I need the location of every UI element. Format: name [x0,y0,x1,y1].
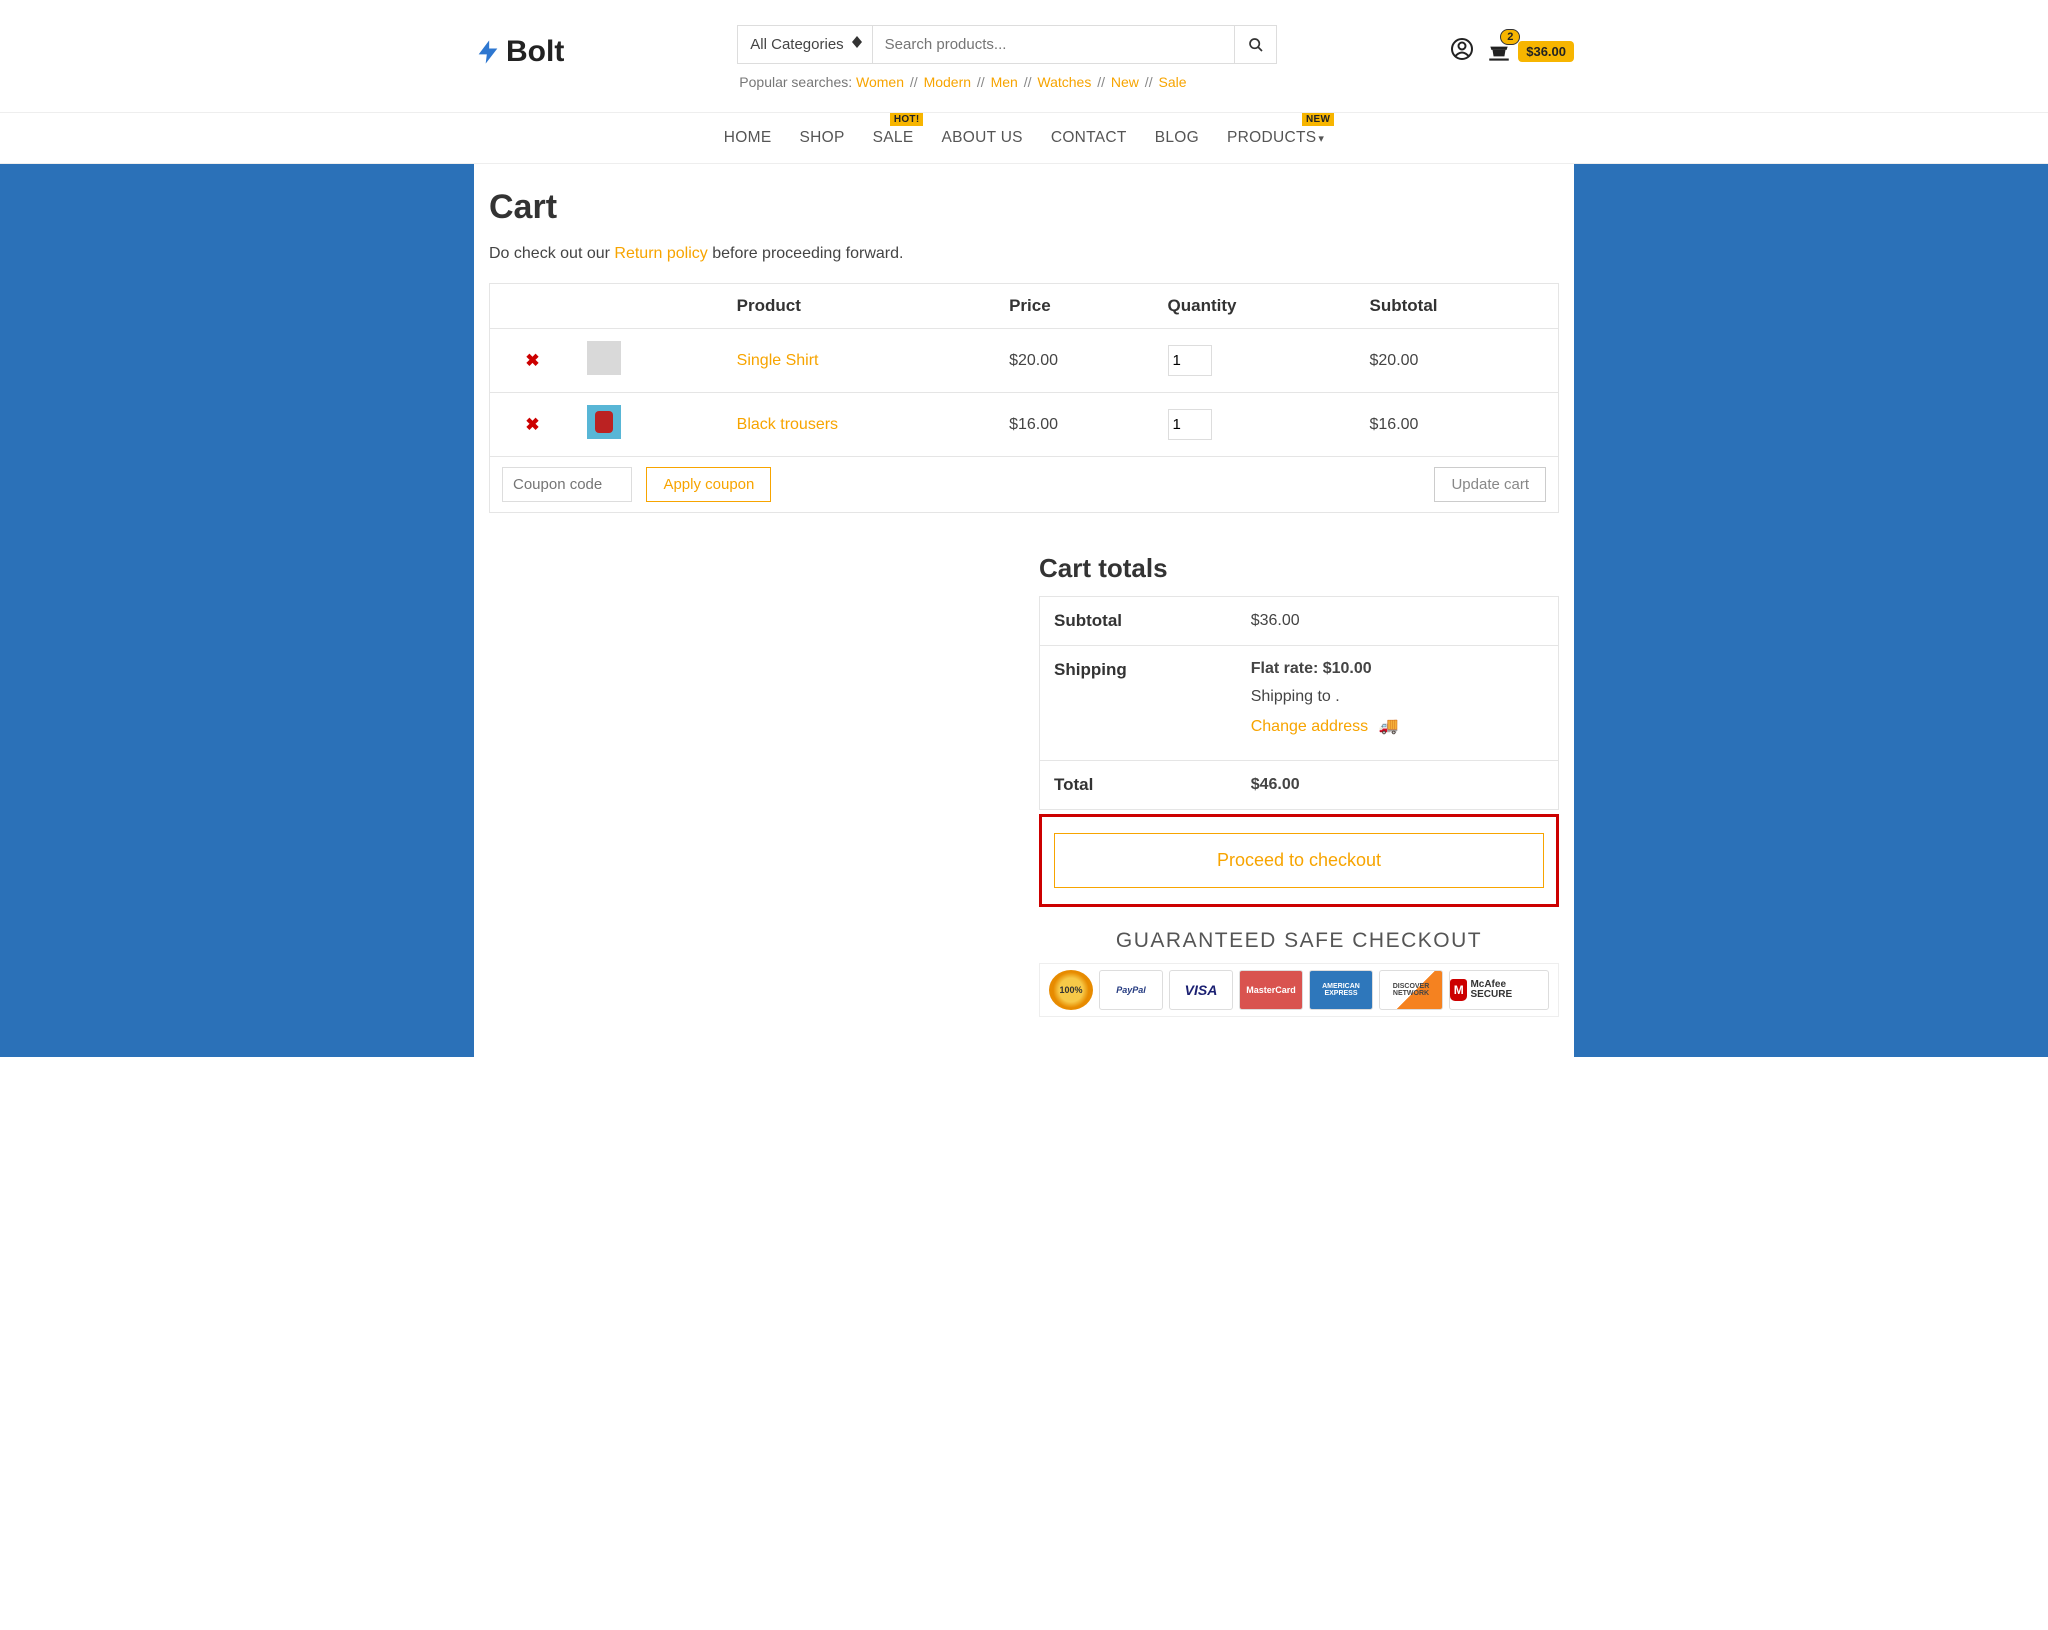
subtotal-value: $36.00 [1237,597,1559,646]
header-cart[interactable]: 2 $36.00 [1486,39,1574,65]
visa-badge: VISA [1169,970,1233,1010]
product-thumbnail[interactable] [587,341,621,375]
change-address-link[interactable]: Change address [1251,718,1368,735]
nav-blog[interactable]: BLOG [1155,129,1199,147]
search-input[interactable] [873,26,1235,63]
return-policy-link[interactable]: Return policy [614,245,707,262]
cart-table: Product Price Quantity Subtotal ✖ Single… [489,283,1559,513]
total-label: Total [1040,761,1237,810]
item-subtotal: $20.00 [1358,329,1559,393]
remove-item-button[interactable]: ✖ [525,351,539,370]
table-row: ✖ Black trousers $16.00 $16.00 [490,393,1559,457]
safe-checkout: GUARANTEED SAFE CHECKOUT 100% PayPal VIS… [1039,929,1559,1017]
popular-link[interactable]: Men [991,74,1018,90]
shield-icon: M [1450,979,1467,1001]
amex-badge: AMERICAN EXPRESS [1309,970,1373,1010]
shipping-label: Shipping [1040,646,1237,761]
popular-link[interactable]: Sale [1158,74,1186,90]
item-subtotal: $16.00 [1358,393,1559,457]
bolt-icon [474,38,502,66]
th-price: Price [997,284,1155,329]
item-price: $20.00 [997,329,1155,393]
nav-contact[interactable]: CONTACT [1051,129,1127,147]
th-quantity: Quantity [1156,284,1358,329]
quantity-input[interactable] [1168,345,1212,376]
product-thumbnail[interactable] [587,405,621,439]
nav-shop[interactable]: SHOP [799,129,844,147]
checkout-highlight: Proceed to checkout [1039,814,1559,907]
paypal-badge: PayPal [1099,970,1163,1010]
search-icon [1248,37,1264,53]
cart-total: $36.00 [1518,41,1574,62]
product-link[interactable]: Single Shirt [737,352,819,369]
shipping-to-text: Shipping to . [1251,688,1544,706]
total-value: $46.00 [1237,761,1559,810]
main-nav: HOME SHOP SALEHOT! ABOUT US CONTACT BLOG… [489,113,1559,163]
category-select[interactable]: All Categories [738,26,872,63]
nav-sale[interactable]: SALEHOT! [873,129,914,147]
user-icon[interactable] [1450,37,1474,66]
nav-products[interactable]: PRODUCTS▾NEW [1227,129,1324,147]
popular-link[interactable]: New [1111,74,1139,90]
flat-rate-text: Flat rate: $10.00 [1251,660,1544,678]
th-product: Product [725,284,997,329]
cart-totals-title: Cart totals [1039,553,1559,584]
page-title: Cart [489,188,1559,227]
proceed-to-checkout-button[interactable]: Proceed to checkout [1054,833,1544,888]
intro-text: Do check out our Return policy before pr… [489,245,1559,263]
update-cart-button[interactable]: Update cart [1434,467,1546,502]
subtotal-label: Subtotal [1040,597,1237,646]
mcafee-badge: MMcAfee SECURE [1449,970,1549,1010]
new-badge: NEW [1302,113,1334,126]
logo-text: Bolt [506,35,564,69]
popular-link[interactable]: Watches [1037,74,1091,90]
popular-link[interactable]: Women [856,74,904,90]
coupon-input[interactable] [502,467,632,502]
quantity-input[interactable] [1168,409,1212,440]
apply-coupon-button[interactable]: Apply coupon [646,467,771,502]
mastercard-badge: MasterCard [1239,970,1303,1010]
nav-about[interactable]: ABOUT US [941,129,1022,147]
search-button[interactable] [1234,26,1276,63]
totals-table: Subtotal $36.00 Shipping Flat rate: $10.… [1039,596,1559,810]
chevron-down-icon: ▾ [1318,133,1324,145]
truck-icon: 🚚 [1374,718,1398,735]
satisfaction-seal-icon: 100% [1049,970,1093,1010]
hot-badge: HOT! [890,113,924,126]
th-subtotal: Subtotal [1358,284,1559,329]
item-price: $16.00 [997,393,1155,457]
cart-count-badge: 2 [1500,29,1520,45]
search-bar: All Categories [737,25,1277,64]
safe-checkout-title: GUARANTEED SAFE CHECKOUT [1039,929,1559,953]
logo[interactable]: Bolt [474,25,564,69]
product-link[interactable]: Black trousers [737,416,838,433]
popular-searches: Popular searches: Women // Modern // Men… [737,64,1277,90]
actions-row: Apply coupon Update cart [490,457,1559,513]
discover-badge: DISCOVER NETWORK [1379,970,1443,1010]
table-row: ✖ Single Shirt $20.00 $20.00 [490,329,1559,393]
nav-home[interactable]: HOME [724,129,772,147]
remove-item-button[interactable]: ✖ [525,415,539,434]
popular-link[interactable]: Modern [924,74,971,90]
